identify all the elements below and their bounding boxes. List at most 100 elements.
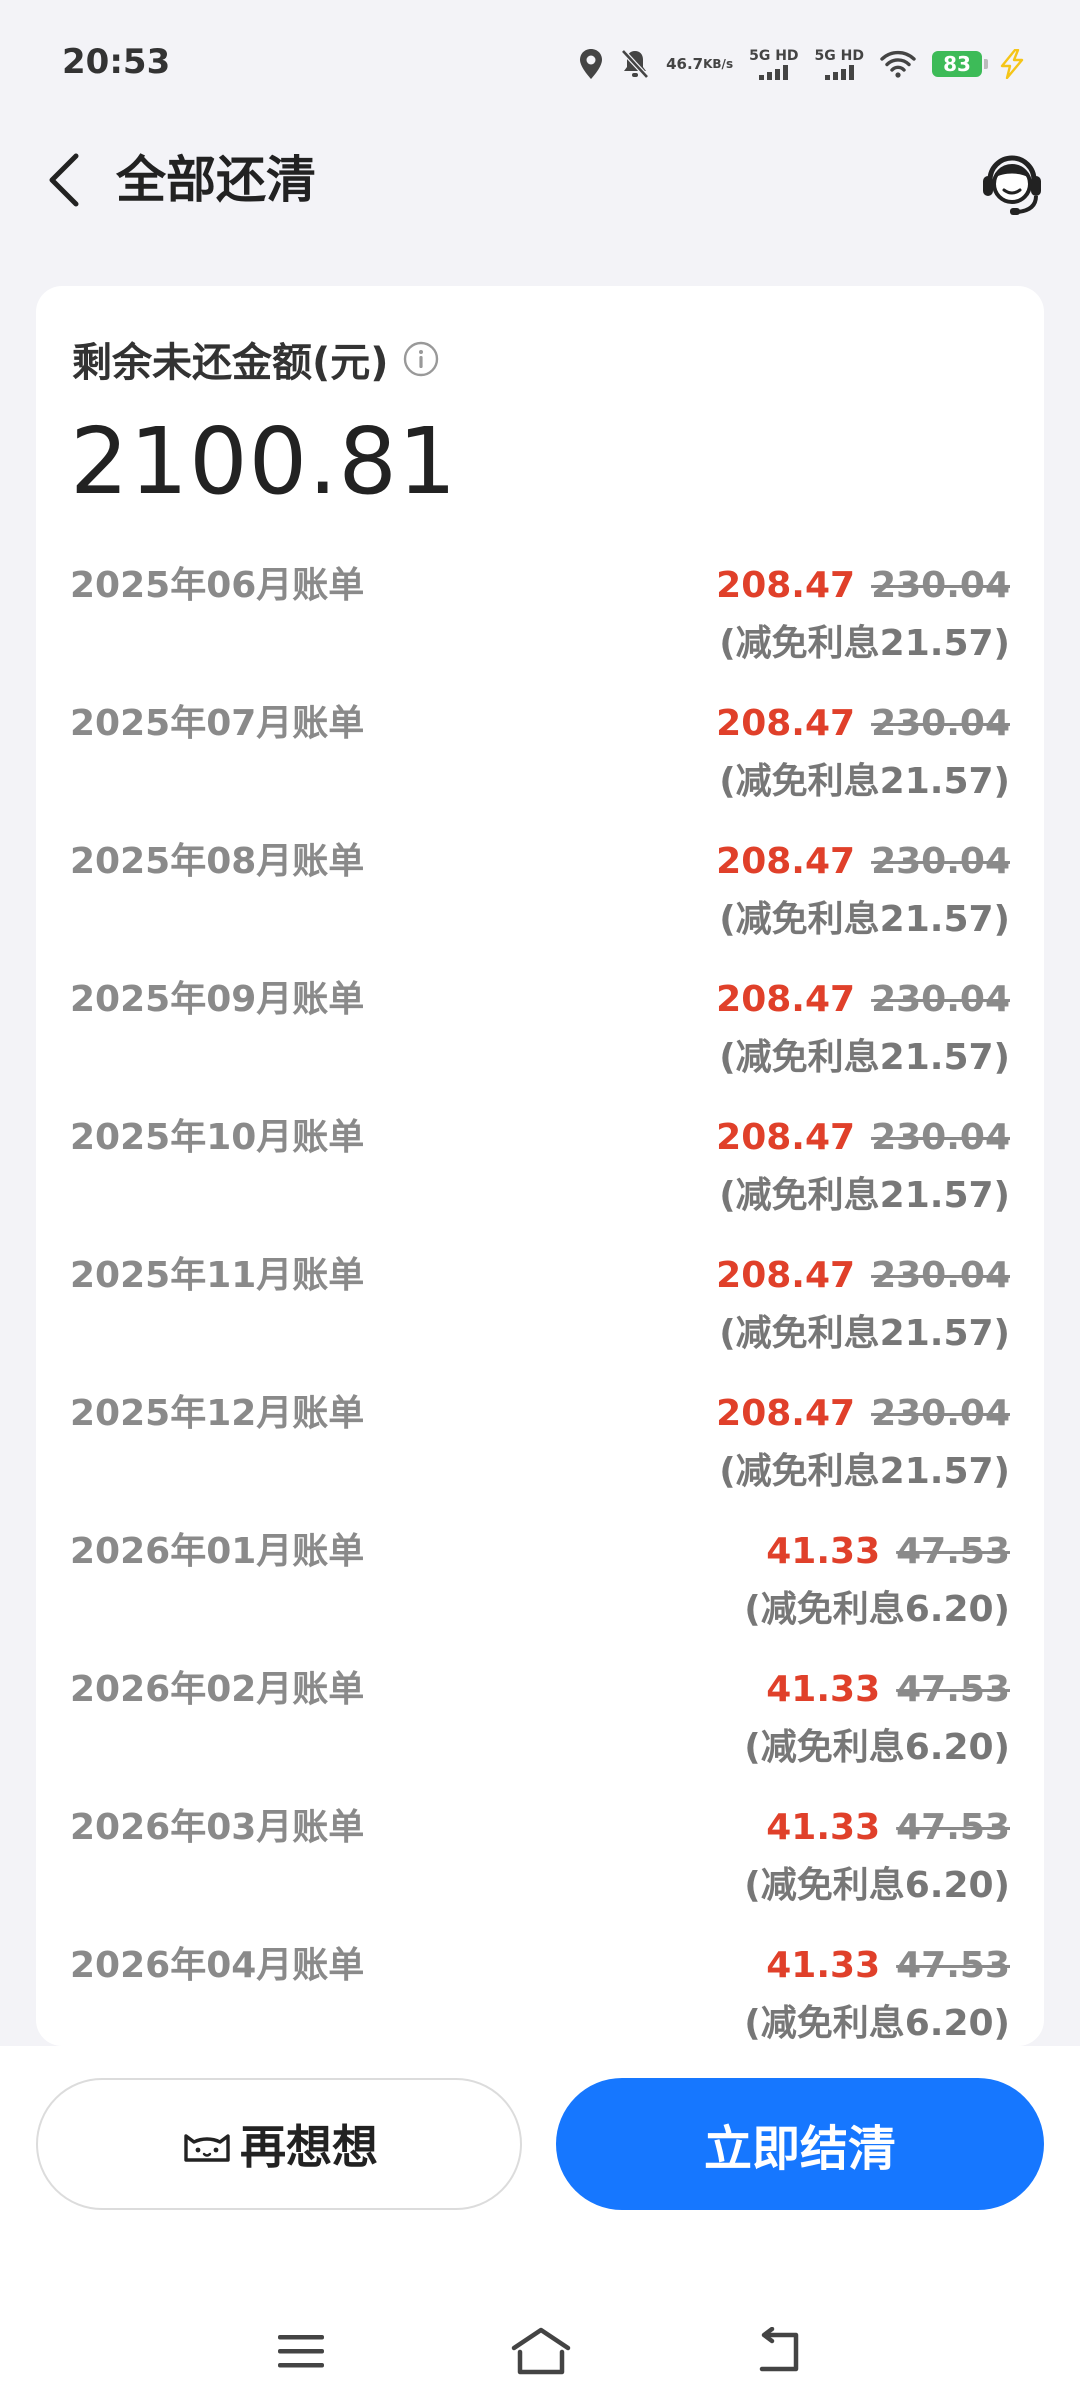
net-speed: 46.7 KB/s [666, 56, 733, 72]
bill-month: 2025年10月账单 [70, 1117, 365, 1158]
think-again-label: 再想想 [240, 2120, 378, 2174]
remaining-label: 剩余未还金额(元) [72, 340, 389, 386]
bill-discounted-amount: 41.33 [766, 1669, 881, 1710]
bill-amounts: 41.33 47.53 (减免利息6.20) [744, 1528, 1010, 1634]
bill-month: 2026年02月账单 [70, 1669, 365, 1710]
bill-amounts: 41.33 47.53 (减免利息6.20) [744, 1804, 1010, 1910]
bill-original-amount: 230.04 [871, 565, 1010, 606]
bill-discounted-amount: 208.47 [716, 841, 856, 882]
bill-interest-waiver: (减免利息6.20) [744, 1727, 1010, 1768]
status-bar: 20:53 46.7 KB/s 5G HD 5G HD 83 [0, 0, 1080, 120]
bill-amounts: 208.47 230.04 (减免利息21.57) [716, 976, 1010, 1082]
bill-original-amount: 230.04 [871, 979, 1010, 1020]
think-again-button[interactable]: 再想想 [36, 2078, 522, 2210]
bill-discounted-amount: 208.47 [716, 703, 856, 744]
location-icon [578, 48, 604, 80]
bill-row: 2025年11月账单 208.47 230.04 (减免利息21.57) [36, 1252, 1044, 1390]
bill-month: 2026年03月账单 [70, 1807, 365, 1848]
bill-discounted-amount: 208.47 [716, 565, 856, 606]
bill-month: 2025年06月账单 [70, 565, 365, 606]
wifi-icon [880, 50, 916, 78]
bill-original-amount: 47.53 [896, 1807, 1010, 1848]
net-speed-unit: KB/s [703, 57, 734, 71]
info-icon[interactable] [403, 341, 439, 377]
bill-original-amount: 47.53 [896, 1945, 1010, 1986]
cat-face-icon [184, 2134, 230, 2162]
signal-2-label: 5G HD [814, 48, 864, 64]
bill-amounts: 41.33 47.53 (减免利息6.20) [744, 1942, 1010, 2046]
bill-amounts: 208.47 230.04 (减免利息21.57) [716, 1252, 1010, 1358]
mute-bell-icon [620, 48, 650, 80]
bill-month: 2025年08月账单 [70, 841, 365, 882]
signal-2-bars-icon [824, 64, 854, 80]
bill-amounts: 208.47 230.04 (减免利息21.57) [716, 562, 1010, 668]
bill-interest-waiver: (减免利息21.57) [719, 623, 1010, 664]
bill-interest-waiver: (减免利息21.57) [719, 1451, 1010, 1492]
bill-month: 2026年04月账单 [70, 1945, 365, 1986]
bill-discounted-amount: 208.47 [716, 1255, 856, 1296]
customer-service-button[interactable] [972, 142, 1052, 222]
footer-action-bar: 再想想 立即结清 [0, 2046, 1080, 2408]
page-title: 全部还清 [116, 151, 316, 209]
nav-back-button[interactable] [736, 2316, 826, 2386]
bill-month: 2025年07月账单 [70, 703, 365, 744]
nav-home-button[interactable] [496, 2316, 586, 2386]
back-button[interactable] [32, 148, 96, 212]
bill-discounted-amount: 208.47 [716, 979, 856, 1020]
bill-row: 2025年09月账单 208.47 230.04 (减免利息21.57) [36, 976, 1044, 1114]
bill-row: 2025年07月账单 208.47 230.04 (减免利息21.57) [36, 700, 1044, 838]
bill-original-amount: 230.04 [871, 1117, 1010, 1158]
signal-1-bars-icon [759, 64, 789, 80]
bill-original-amount: 47.53 [896, 1531, 1010, 1572]
signal-1-label: 5G HD [749, 48, 799, 64]
signal-1: 5G HD [749, 48, 799, 80]
bill-month: 2025年11月账单 [70, 1255, 365, 1296]
bill-month: 2025年09月账单 [70, 979, 365, 1020]
bill-original-amount: 230.04 [871, 1393, 1010, 1434]
remaining-amount: 2100.81 [70, 408, 458, 515]
bill-row: 2026年04月账单 41.33 47.53 (减免利息6.20) [36, 1942, 1044, 2046]
bill-row: 2025年10月账单 208.47 230.04 (减免利息21.57) [36, 1114, 1044, 1252]
bill-interest-waiver: (减免利息21.57) [719, 1037, 1010, 1078]
bill-discounted-amount: 41.33 [766, 1807, 881, 1848]
repayment-card: 剩余未还金额(元) 2100.81 2025年06月账单 208.47 230.0… [36, 286, 1044, 2046]
bill-row: 2026年03月账单 41.33 47.53 (减免利息6.20) [36, 1804, 1044, 1942]
bill-original-amount: 230.04 [871, 1255, 1010, 1296]
bill-discounted-amount: 208.47 [716, 1117, 856, 1158]
back-icon [759, 2327, 799, 2372]
bill-row: 2025年08月账单 208.47 230.04 (减免利息21.57) [36, 838, 1044, 976]
bill-discounted-amount: 41.33 [766, 1531, 881, 1572]
battery-indicator: 83 [932, 51, 988, 77]
bill-row: 2026年01月账单 41.33 47.53 (减免利息6.20) [36, 1528, 1044, 1666]
bill-amounts: 208.47 230.04 (减免利息21.57) [716, 1390, 1010, 1496]
bill-interest-waiver: (减免利息6.20) [744, 1589, 1010, 1630]
status-time: 20:53 [62, 42, 171, 82]
bill-list: 2025年06月账单 208.47 230.04 (减免利息21.57) 2025… [36, 562, 1044, 2046]
bill-original-amount: 47.53 [896, 1669, 1010, 1710]
settle-now-button[interactable]: 立即结清 [556, 2078, 1044, 2210]
header: 全部还清 [0, 120, 1080, 240]
bill-amounts: 208.47 230.04 (减免利息21.57) [716, 838, 1010, 944]
bill-interest-waiver: (减免利息21.57) [719, 899, 1010, 940]
bill-original-amount: 230.04 [871, 703, 1010, 744]
bill-amounts: 208.47 230.04 (减免利息21.57) [716, 700, 1010, 806]
bill-interest-waiver: (减免利息21.57) [719, 761, 1010, 802]
bill-discounted-amount: 41.33 [766, 1945, 881, 1986]
nav-menu-button[interactable] [256, 2316, 346, 2386]
bill-row: 2026年02月账单 41.33 47.53 (减免利息6.20) [36, 1666, 1044, 1804]
battery-level: 83 [943, 52, 971, 76]
bill-interest-waiver: (减免利息21.57) [719, 1313, 1010, 1354]
bill-amounts: 208.47 230.04 (减免利息21.57) [716, 1114, 1010, 1220]
bill-interest-waiver: (减免利息6.20) [744, 1865, 1010, 1906]
bill-interest-waiver: (减免利息6.20) [744, 2003, 1010, 2044]
chevron-left-icon [49, 153, 79, 207]
bill-month: 2026年01月账单 [70, 1531, 365, 1572]
system-nav-bar [0, 2316, 1080, 2406]
bill-row: 2025年06月账单 208.47 230.04 (减免利息21.57) [36, 562, 1044, 700]
bill-row: 2025年12月账单 208.47 230.04 (减免利息21.57) [36, 1390, 1044, 1528]
charging-icon [998, 49, 1026, 79]
status-icons: 46.7 KB/s 5G HD 5G HD 83 [578, 38, 1026, 90]
bill-discounted-amount: 208.47 [716, 1393, 856, 1434]
bill-interest-waiver: (减免利息21.57) [719, 1175, 1010, 1216]
bill-amounts: 41.33 47.53 (减免利息6.20) [744, 1666, 1010, 1772]
